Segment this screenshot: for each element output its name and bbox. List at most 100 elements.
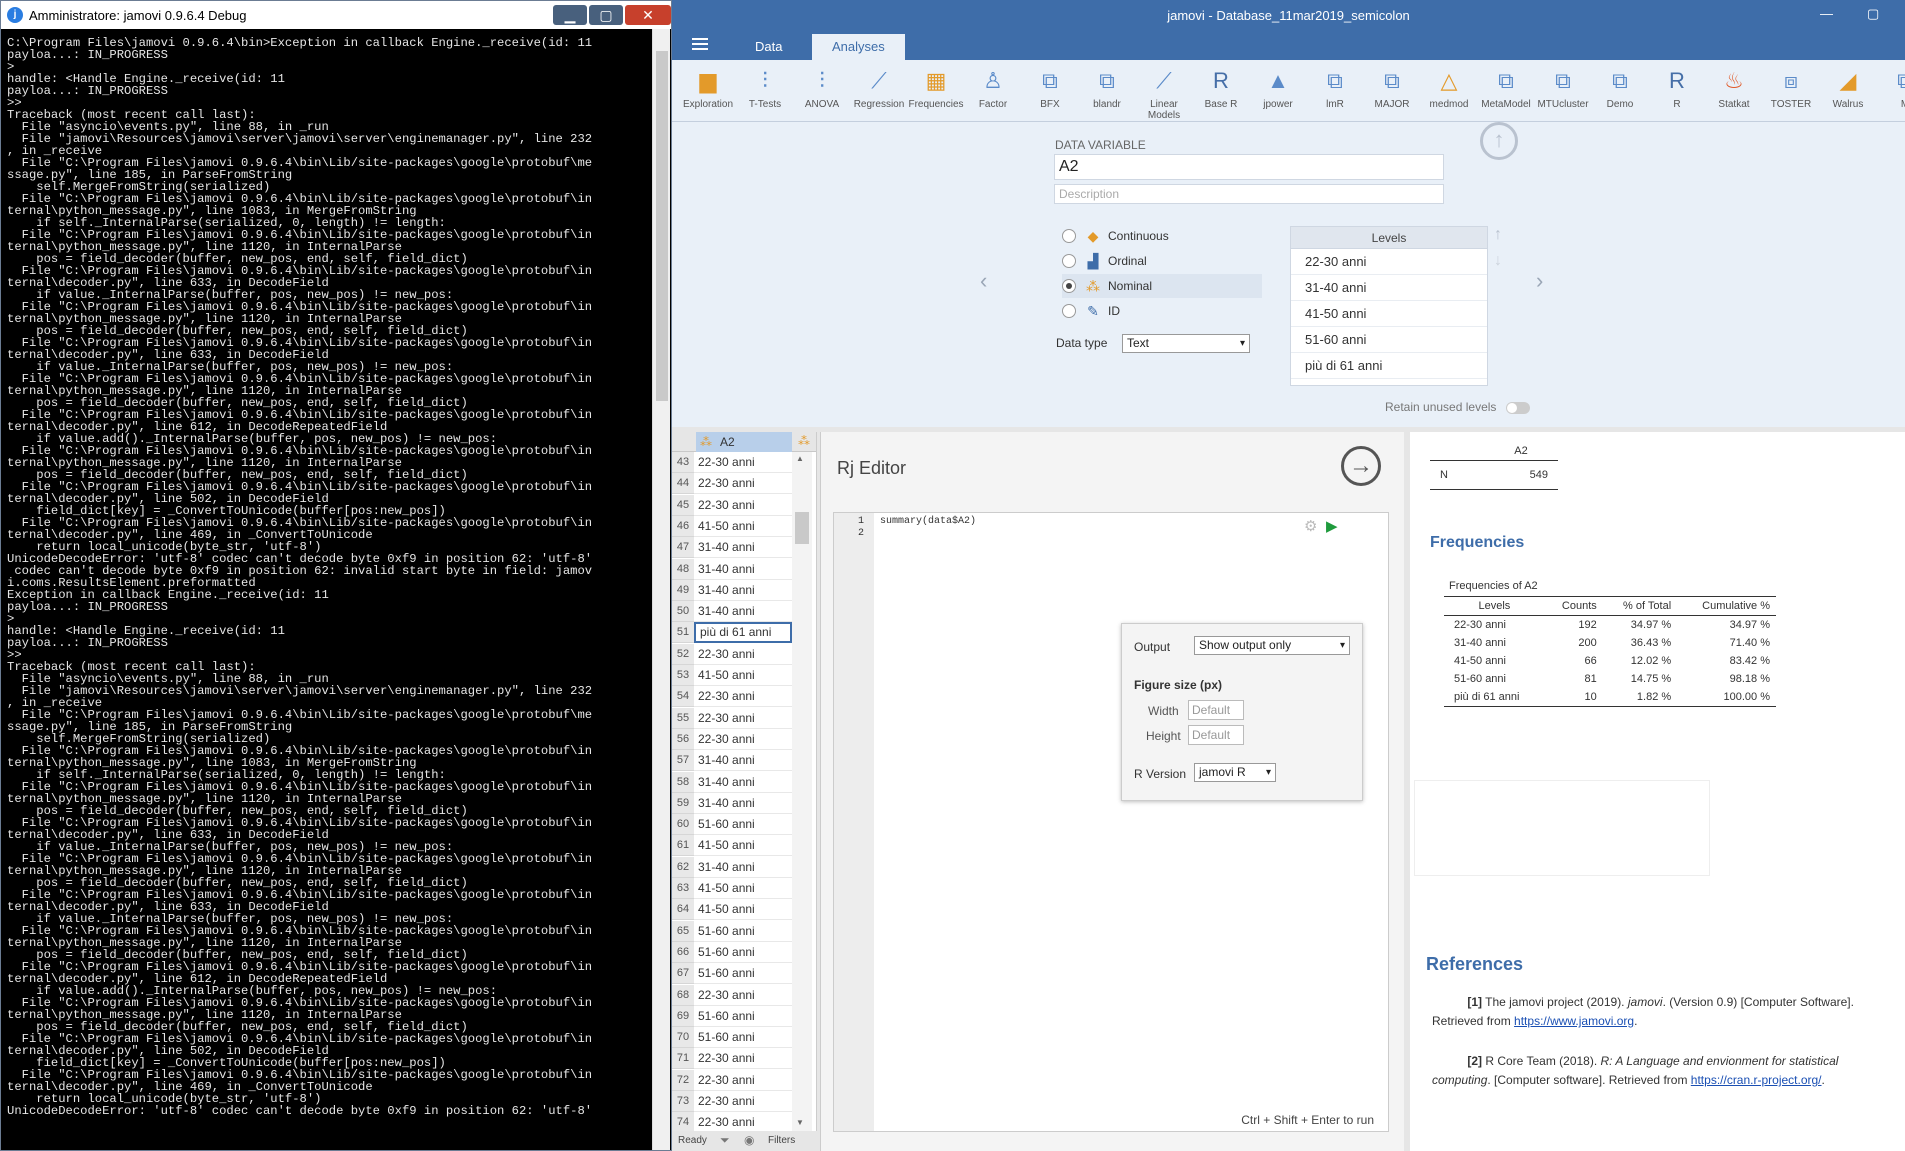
ribbon-button-lmr[interactable]: ⧉ lmR bbox=[1307, 66, 1363, 110]
cell-a2[interactable]: 51-60 anni bbox=[694, 963, 792, 985]
row-number[interactable]: 47 bbox=[672, 537, 694, 559]
row-number[interactable]: 64 bbox=[672, 899, 694, 921]
code-editor[interactable]: 1 2 summary(data$A2) ⚙ ▶ Output Show out… bbox=[833, 512, 1389, 1132]
table-row[interactable]: 65 51-60 anni bbox=[672, 920, 792, 942]
width-input[interactable]: Default bbox=[1188, 700, 1244, 720]
measure-nominal[interactable]: ⁂ Nominal bbox=[1062, 274, 1262, 298]
ribbon-button-r[interactable]: RR bbox=[1649, 66, 1705, 110]
cell-a2[interactable]: 22-30 anni bbox=[694, 686, 792, 708]
table-row[interactable]: 63 41-50 anni bbox=[672, 878, 792, 899]
table-row[interactable]: 70 51-60 anni bbox=[672, 1027, 792, 1049]
row-number[interactable]: 71 bbox=[672, 1048, 694, 1070]
column-header-a2[interactable]: ⁂ A2 bbox=[696, 432, 792, 452]
cell-a2[interactable]: 22-30 anni bbox=[694, 473, 792, 495]
table-row[interactable]: 69 51-60 anni bbox=[672, 1005, 792, 1027]
scrollbar-thumb[interactable] bbox=[656, 51, 668, 401]
cell-a2[interactable]: 51-60 anni bbox=[694, 1027, 792, 1049]
cell-a2[interactable]: 41-50 anni bbox=[694, 878, 792, 899]
table-row[interactable]: 53 41-50 anni bbox=[672, 665, 792, 686]
ribbon-button-statkat[interactable]: ♨ Statkat bbox=[1706, 66, 1762, 110]
filter-icon[interactable]: ⏷ bbox=[720, 1133, 730, 1148]
scroll-down-icon[interactable]: ▼ bbox=[796, 1118, 804, 1127]
move-level-up-icon[interactable]: ↑ bbox=[1494, 226, 1502, 244]
rversion-select[interactable]: jamovi R bbox=[1194, 763, 1276, 782]
cell-a2[interactable]: 31-40 anni bbox=[694, 772, 792, 793]
collapse-editor-icon[interactable]: ↑ bbox=[1480, 122, 1518, 160]
cell-a2[interactable]: 41-50 anni bbox=[694, 516, 792, 537]
ribbon-button-regression[interactable]: ⟋ Regression bbox=[851, 66, 907, 110]
cell-a2[interactable]: più di 61 anni bbox=[694, 622, 792, 644]
minimize-button[interactable]: — bbox=[1820, 6, 1833, 21]
table-row[interactable]: 72 22-30 anni bbox=[672, 1069, 792, 1091]
table-row[interactable]: 48 31-40 anni bbox=[672, 558, 792, 580]
ribbon-button-toster[interactable]: ⧈ TOSTER bbox=[1763, 66, 1819, 110]
row-number[interactable]: 69 bbox=[672, 1005, 694, 1027]
ribbon-button-m[interactable]: ⧉M bbox=[1877, 66, 1905, 110]
row-number[interactable]: 53 bbox=[672, 665, 694, 686]
row-number[interactable]: 66 bbox=[672, 941, 694, 963]
row-number[interactable]: 55 bbox=[672, 707, 694, 729]
row-number[interactable]: 60 bbox=[672, 814, 694, 836]
cell-a2[interactable]: 31-40 anni bbox=[694, 750, 792, 772]
tab-data[interactable]: Data bbox=[735, 34, 802, 60]
cell-a2[interactable]: 22-30 anni bbox=[694, 644, 792, 665]
cell-a2[interactable]: 51-60 anni bbox=[694, 942, 792, 963]
jamovi-link[interactable]: https://www.jamovi.org bbox=[1514, 1014, 1634, 1028]
close-button[interactable]: ✕ bbox=[625, 5, 671, 25]
table-row[interactable]: 51 più di 61 anni bbox=[672, 622, 792, 644]
ribbon-button-t-tests[interactable]: ⫶ T-Tests bbox=[737, 66, 793, 110]
level-item[interactable]: 41-50 anni bbox=[1291, 301, 1487, 327]
table-row[interactable]: 47 31-40 anni bbox=[672, 537, 792, 559]
cell-a2[interactable]: 22-30 anni bbox=[694, 1091, 792, 1112]
row-number[interactable]: 48 bbox=[672, 558, 694, 580]
ribbon-button-factor[interactable]: ♙ Factor bbox=[965, 66, 1021, 110]
cell-a2[interactable]: 22-30 anni bbox=[694, 495, 792, 516]
table-row[interactable]: 71 22-30 anni bbox=[672, 1048, 792, 1070]
table-row[interactable]: 67 51-60 anni bbox=[672, 963, 792, 985]
table-row[interactable]: 64 41-50 anni bbox=[672, 899, 792, 921]
ribbon-button-medmod[interactable]: △ medmod bbox=[1421, 66, 1477, 110]
row-number[interactable]: 58 bbox=[672, 771, 694, 793]
row-number[interactable]: 50 bbox=[672, 601, 694, 623]
cell-a2[interactable]: 22-30 anni bbox=[694, 452, 792, 473]
ribbon-button-frequencies[interactable]: ▦ Frequencies bbox=[908, 66, 964, 110]
cell-a2[interactable]: 31-40 anni bbox=[694, 601, 792, 623]
minimize-button[interactable]: ▁ bbox=[553, 5, 587, 25]
cell-a2[interactable]: 31-40 anni bbox=[694, 580, 792, 601]
height-input[interactable]: Default bbox=[1188, 725, 1244, 745]
next-variable-icon[interactable]: › bbox=[1536, 268, 1543, 294]
row-number[interactable]: 54 bbox=[672, 686, 694, 708]
cell-a2[interactable]: 31-40 anni bbox=[694, 537, 792, 559]
row-number[interactable]: 49 bbox=[672, 579, 694, 601]
cell-a2[interactable]: 41-50 anni bbox=[694, 835, 792, 857]
level-item[interactable]: 31-40 anni bbox=[1291, 275, 1487, 301]
ribbon-button-demo[interactable]: ⧉ Demo bbox=[1592, 66, 1648, 110]
ribbon-button-metamodel[interactable]: ⧉ MetaModel bbox=[1478, 66, 1534, 110]
cell-a2[interactable]: 41-50 anni bbox=[694, 899, 792, 921]
code-line[interactable]: summary(data$A2) bbox=[880, 516, 976, 527]
table-row[interactable]: 45 22-30 anni bbox=[672, 494, 792, 516]
table-row[interactable]: 52 22-30 anni bbox=[672, 643, 792, 665]
row-number[interactable]: 57 bbox=[672, 750, 694, 772]
cell-a2[interactable]: 22-30 anni bbox=[694, 985, 792, 1006]
cell-a2[interactable]: 22-30 anni bbox=[694, 708, 792, 729]
row-number[interactable]: 59 bbox=[672, 792, 694, 814]
table-row[interactable]: 60 51-60 anni bbox=[672, 814, 792, 836]
cell-a2[interactable]: 31-40 anni bbox=[694, 559, 792, 580]
ribbon-button-exploration[interactable]: ▆ Exploration bbox=[680, 66, 736, 110]
cell-a2[interactable]: 22-30 anni bbox=[694, 1048, 792, 1070]
table-row[interactable]: 56 22-30 anni bbox=[672, 728, 792, 750]
row-number[interactable]: 72 bbox=[672, 1069, 694, 1091]
move-level-down-icon[interactable]: ↓ bbox=[1494, 252, 1502, 270]
play-icon[interactable]: ▶ bbox=[1326, 517, 1338, 535]
scrollbar-thumb[interactable] bbox=[795, 512, 809, 544]
console-scrollbar[interactable] bbox=[652, 29, 670, 1150]
row-number[interactable]: 43 bbox=[672, 452, 694, 473]
ribbon-button-linear-models[interactable]: ⟋ Linear Models bbox=[1136, 66, 1192, 121]
row-number[interactable]: 62 bbox=[672, 856, 694, 878]
table-row[interactable]: 58 31-40 anni bbox=[672, 771, 792, 793]
cell-a2[interactable]: 51-60 anni bbox=[694, 814, 792, 836]
table-row[interactable]: 55 22-30 anni bbox=[672, 707, 792, 729]
level-item[interactable]: 22-30 anni bbox=[1291, 249, 1487, 275]
description-input[interactable]: Description bbox=[1054, 184, 1444, 204]
